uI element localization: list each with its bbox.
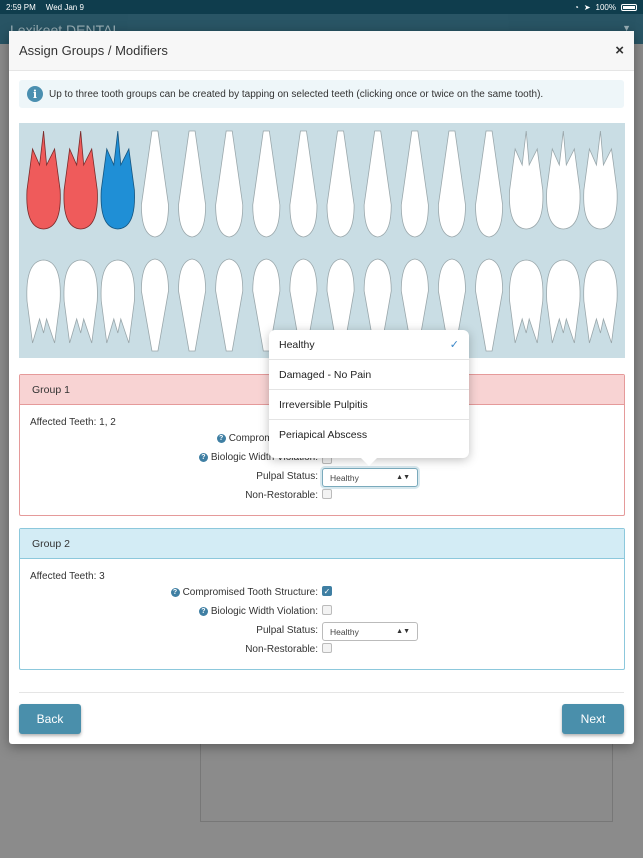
status-bar: 2:59 PM Wed Jan 9 ◔ ➤ 100% [0,0,643,14]
battery-icon [621,3,637,11]
upper-tooth-3[interactable] [100,130,135,230]
pulpal-status-value: Healthy [330,626,359,637]
modal-title: Assign Groups / Modifiers [19,43,168,58]
help-icon[interactable]: ? [216,434,226,443]
upper-tooth-6[interactable] [215,130,244,238]
option-label: Healthy [279,338,315,351]
checkbox[interactable] [322,489,332,499]
next-button[interactable]: Next [562,704,624,734]
pulpal-status-value: Healthy [330,472,359,483]
group-2-biologic-checkbox[interactable] [322,605,332,615]
group-1-title: Group 1 [32,383,70,396]
group-1-affected-teeth: Affected Teeth: 1, 2 [30,417,116,428]
close-button[interactable]: × [615,42,624,59]
group-2-pulpal-row: Pulpal Status: [20,625,318,636]
group-1-nonrestorable-row: Non-Restorable: [20,490,318,501]
info-icon: i [27,86,43,102]
lower-tooth-30[interactable] [100,259,135,344]
help-icon[interactable]: ? [198,453,208,462]
location-icon: ➤ [583,2,591,12]
status-date: Wed Jan 9 [45,2,84,12]
checkbox[interactable] [322,605,332,615]
option-damaged-no-pain[interactable]: Damaged - No Pain [269,360,469,390]
non-restorable-label: Non-Restorable: [245,490,318,501]
info-bar: i Up to three tooth groups can be create… [19,80,624,108]
pulpal-status-select[interactable]: Healthy ▲▼ [322,622,418,641]
upper-tooth-9[interactable] [326,130,355,238]
help-icon[interactable]: ? [170,588,180,597]
group-2-title: Group 2 [32,537,70,550]
footer-divider [19,692,624,693]
checkmark-icon: ✓ [449,339,459,351]
group-2-biologic-row: ? Biologic Width Violation: [20,606,318,617]
lower-tooth-18[interactable] [546,259,581,344]
tooth-chart-svg [26,130,618,352]
lower-tooth-32[interactable] [26,259,61,344]
pulpal-status-popover: Healthy ✓ Damaged - No Pain Irreversible… [269,330,469,466]
background-panel [200,740,613,822]
lower-tooth-19[interactable] [509,259,544,344]
group-1-pulpal-row: Pulpal Status: [20,471,318,482]
upper-tooth-15[interactable] [546,130,581,230]
upper-tooth-10[interactable] [363,130,392,238]
pulpal-status-select[interactable]: Healthy ▲▼ [322,468,418,487]
group-2-compromised-checkbox[interactable]: ✓ [322,586,332,596]
group-2-header: Group 2 [20,529,624,559]
option-irreversible-pulpitis[interactable]: Irreversible Pulpitis [269,390,469,420]
upper-tooth-12[interactable] [437,130,466,238]
checkbox-checked[interactable]: ✓ [322,586,332,596]
lower-tooth-31[interactable] [63,259,98,344]
group-2-nonrestorable-row: Non-Restorable: [20,644,318,655]
pulpal-label: Pulpal Status: [256,471,318,482]
checkbox[interactable] [322,643,332,653]
option-healthy[interactable]: Healthy ✓ [269,330,469,360]
lower-tooth-27[interactable] [215,258,244,352]
tooth-chart [19,123,625,358]
lower-tooth-29[interactable] [140,258,169,352]
wifi-icon: ◔ [573,2,579,12]
info-text: Up to three tooth groups can be created … [49,88,544,100]
non-restorable-label: Non-Restorable: [245,644,318,655]
upper-tooth-13[interactable] [475,130,504,238]
group-1-pulpal-select[interactable]: Healthy ▲▼ [322,468,418,487]
upper-tooth-4[interactable] [140,130,169,238]
group-2-affected-teeth: Affected Teeth: 3 [30,571,105,582]
lower-tooth-28[interactable] [178,258,207,352]
upper-tooth-7[interactable] [252,130,281,238]
group-2-compromised-row: ? Compromised Tooth Structure: [20,587,318,598]
back-button[interactable]: Back [19,704,81,734]
option-label: Damaged - No Pain [279,368,372,381]
upper-tooth-16[interactable] [583,130,618,230]
upper-tooth-5[interactable] [178,130,207,238]
group-2-nonrestorable-checkbox[interactable] [322,643,332,653]
option-label: Irreversible Pulpitis [279,398,368,411]
lower-tooth-17[interactable] [583,259,618,344]
pulpal-label: Pulpal Status: [256,625,318,636]
upper-tooth-2[interactable] [63,130,98,230]
lower-tooth-20[interactable] [475,258,504,352]
status-time: 2:59 PM [6,2,36,12]
updown-arrow-icon: ▲▼ [396,474,410,481]
compromised-label: Compromised Tooth Structure: [182,587,318,598]
group-2-pulpal-select[interactable]: Healthy ▲▼ [322,622,418,641]
upper-tooth-11[interactable] [400,130,429,238]
group-1-nonrestorable-checkbox[interactable] [322,489,332,499]
upper-tooth-14[interactable] [509,130,544,230]
updown-arrow-icon: ▲▼ [396,628,410,635]
biologic-label: Biologic Width Violation: [210,606,318,617]
battery-percent: 100% [595,2,616,12]
group-2-panel: Group 2 Affected Teeth: 3 ? Compromised … [19,528,625,670]
help-icon[interactable]: ? [198,607,208,616]
upper-tooth-1[interactable] [26,130,61,230]
option-label: Periapical Abscess [279,429,368,441]
upper-tooth-8[interactable] [289,130,318,238]
option-periapical-abscess[interactable]: Periapical Abscess [269,420,469,450]
modal-header: Assign Groups / Modifiers × [9,31,634,71]
